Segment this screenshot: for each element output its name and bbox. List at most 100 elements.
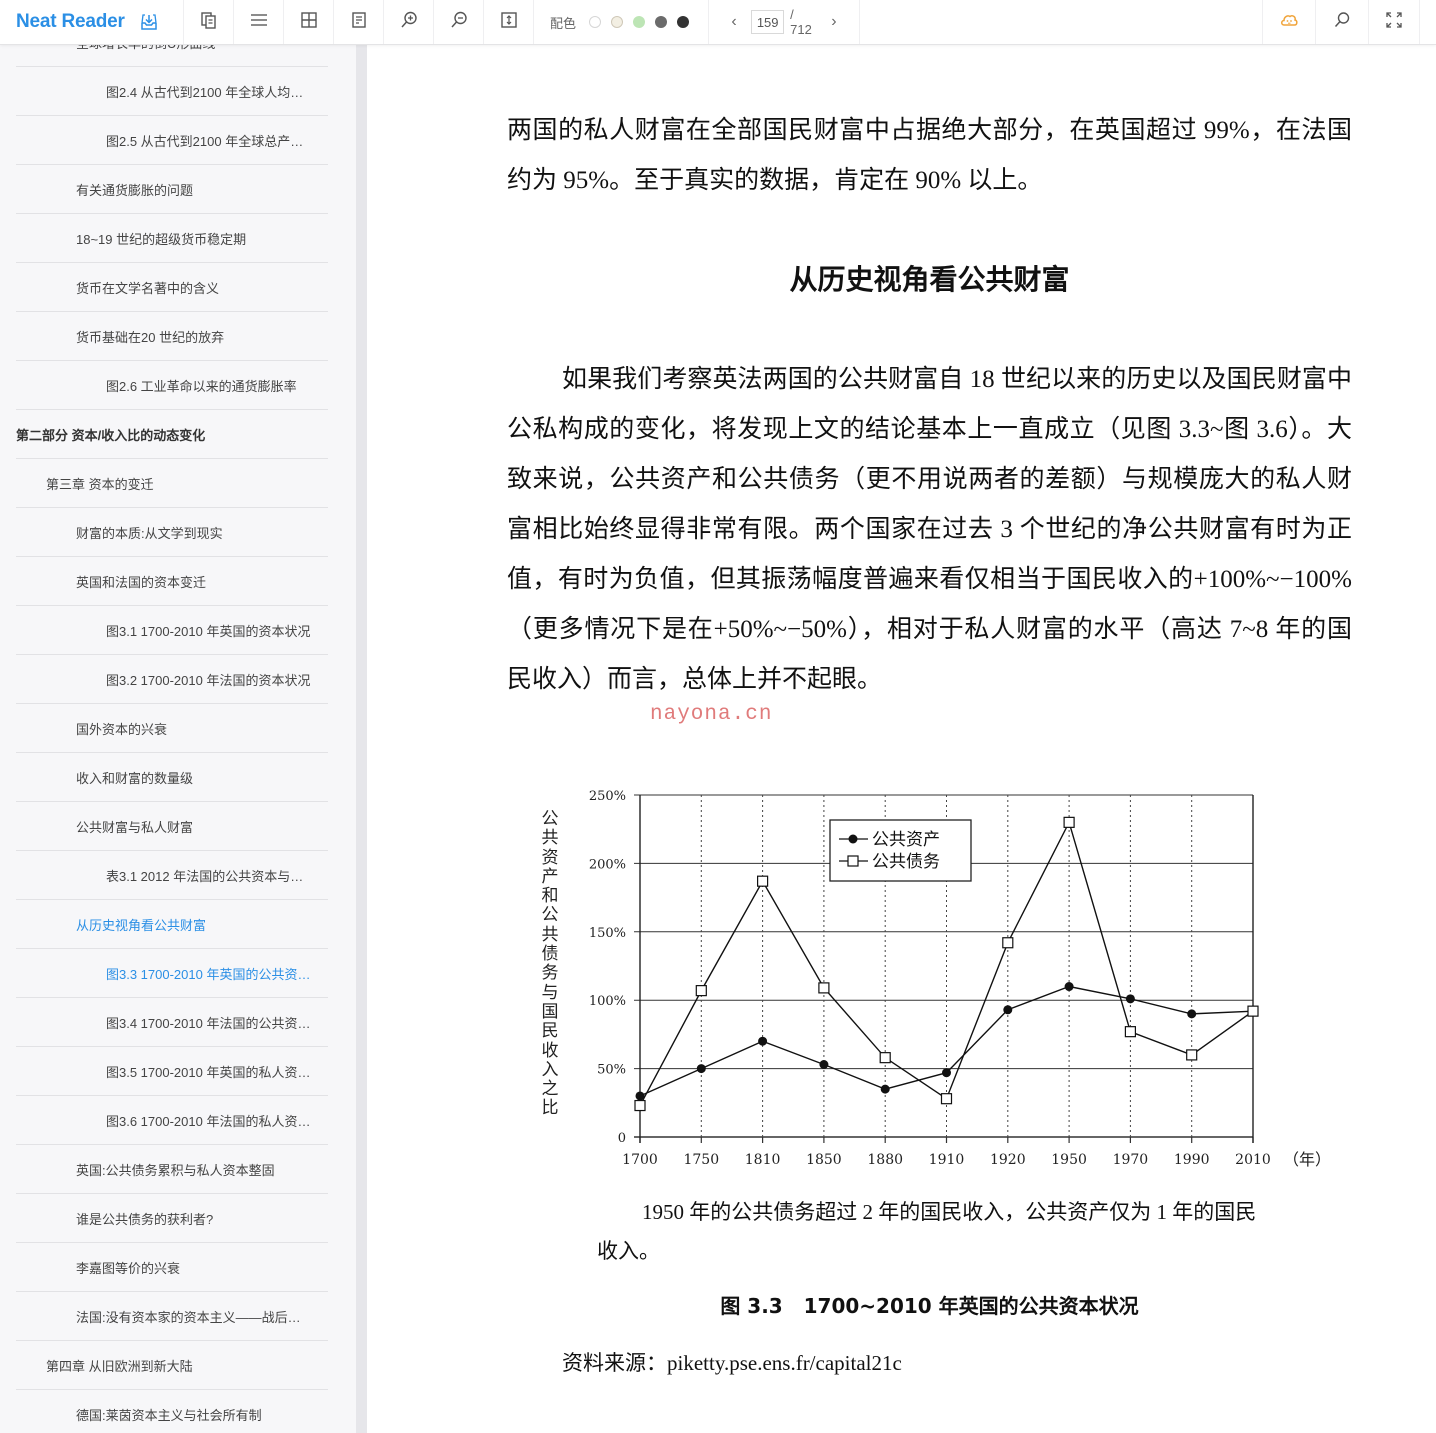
toc-item-label: 图2.6 工业革命以来的通货膨胀率 bbox=[106, 378, 297, 394]
chart-point-public-assets bbox=[942, 1068, 951, 1078]
cloud-sync-icon bbox=[1279, 10, 1299, 35]
chart-point-public-assets bbox=[880, 1084, 890, 1094]
toc-item[interactable]: 图2.4 从古代到2100 年全球人均… bbox=[16, 67, 328, 116]
toc-item[interactable]: 第二部分 资本/收入比的动态变化 bbox=[16, 410, 328, 459]
chart-point-public-debt bbox=[1247, 1005, 1259, 1017]
toc-item[interactable]: 公共财富与私人财富 bbox=[16, 802, 328, 851]
chart-legend-marker-square bbox=[847, 855, 859, 867]
fullscreen-button[interactable] bbox=[1368, 0, 1420, 44]
notes-icon bbox=[349, 10, 369, 35]
paragraph: 两国的私人财富在全部国民财富中占据绝大部分，在英国超过 99%，在法国约为 95… bbox=[507, 117, 1352, 194]
sidebar-scrollbar[interactable] bbox=[356, 45, 367, 1433]
toc-item[interactable]: 表3.1 2012 年法国的公共资本与… bbox=[16, 851, 328, 900]
chart-point-public-assets bbox=[758, 1036, 768, 1046]
toc-item[interactable]: 图2.6 工业革命以来的通货膨胀率 bbox=[16, 361, 328, 410]
toc-item-label: 表3.1 2012 年法国的公共资本与… bbox=[106, 868, 304, 884]
toc-item[interactable]: 收入和财富的数量级 bbox=[16, 753, 328, 802]
copy-book-button[interactable] bbox=[183, 0, 233, 44]
toc-item[interactable]: 英国:公共债务累积与私人资本整固 bbox=[16, 1145, 328, 1194]
toc-item-label: 收入和财富的数量级 bbox=[76, 770, 194, 786]
toc-item-label: 法国:没有资本家的资本主义——战后… bbox=[76, 1309, 301, 1325]
chart-point-public-debt bbox=[879, 1052, 891, 1064]
toc-list-icon bbox=[249, 10, 269, 35]
toc-item[interactable]: 李嘉图等价的兴衰 bbox=[16, 1243, 328, 1292]
toc-item[interactable]: 18~19 世纪的超级货币稳定期 bbox=[16, 214, 328, 263]
toc-item-label: 第三章 资本的变迁 bbox=[46, 476, 154, 492]
theme-dot-white[interactable] bbox=[589, 16, 602, 28]
chart-note: 1950 年的公共债务超过 2 年的国民收入，公共资产仅为 1 年的国民收入。 bbox=[597, 1200, 1257, 1263]
theme-dot-sepia[interactable] bbox=[611, 16, 624, 28]
chart-svg: 0 50% 100% 150% 200% 250% 1700 1750 1810 1850 1880… bbox=[589, 789, 1327, 1169]
toc-item-label: 图3.5 1700-2010 年英国的私人资… bbox=[106, 1064, 311, 1080]
chart-point-public-debt bbox=[1063, 816, 1075, 828]
grid-view-button[interactable] bbox=[283, 0, 333, 44]
toc-item[interactable]: 图3.3 1700-2010 年英国的公共资… bbox=[16, 949, 328, 998]
next-page-button[interactable]: › bbox=[823, 13, 845, 31]
toc-item-label: 货币在文学名著中的含义 bbox=[76, 280, 220, 296]
cloud-sync-button[interactable] bbox=[1262, 0, 1315, 44]
figure-source: 资料来源：piketty.pse.ens.fr/capital21c bbox=[562, 1351, 902, 1375]
toc-item-label: 公共财富与私人财富 bbox=[76, 819, 194, 835]
toc-item-label: 第四章 从旧欧洲到新大陆 bbox=[46, 1358, 193, 1374]
theme-dot-gray[interactable] bbox=[655, 16, 668, 28]
theme-dot-green[interactable] bbox=[633, 16, 646, 28]
toc-item-label: 第二部分 资本/收入比的动态变化 bbox=[16, 427, 206, 443]
fullscreen-icon bbox=[1384, 10, 1404, 35]
toc-item[interactable]: 英国和法国的资本变迁 bbox=[16, 557, 328, 606]
toc-button[interactable] bbox=[233, 0, 283, 44]
toc-item-label: 图3.2 1700-2010 年法国的资本状况 bbox=[106, 672, 311, 688]
zoom-out-button[interactable] bbox=[433, 0, 483, 44]
toc-list: 全球增长率的倒U形曲线图2.4 从古代到2100 年全球人均… 图2.5 从古代到… bbox=[0, 45, 356, 1433]
toc-item[interactable]: 从历史视角看公共财富 bbox=[16, 900, 328, 949]
toc-sidebar: 全球增长率的倒U形曲线图2.4 从古代到2100 年全球人均… 图2.5 从古代到… bbox=[0, 45, 356, 1433]
toc-item[interactable]: 图3.1 1700-2010 年英国的资本状况 bbox=[16, 606, 328, 655]
theme-dot-dark[interactable] bbox=[677, 16, 690, 28]
chart-x-tick-label: 1990 bbox=[1174, 1152, 1210, 1168]
toc-item[interactable]: 图2.5 从古代到2100 年全球总产… bbox=[16, 116, 328, 165]
notes-button[interactable] bbox=[333, 0, 383, 44]
page-total: / 712 bbox=[790, 7, 812, 37]
toc-item[interactable]: 图3.6 1700-2010 年法国的私人资… bbox=[16, 1096, 328, 1145]
toc-item-label: 图3.6 1700-2010 年法国的私人资… bbox=[106, 1113, 311, 1129]
chart-y-tick-label: 150% bbox=[589, 926, 626, 941]
toc-item-label: 货币基础在20 世纪的放弃 bbox=[76, 329, 225, 345]
toc-item[interactable]: 第三章 资本的变迁 bbox=[16, 459, 328, 508]
toc-item[interactable]: 财富的本质:从文学到现实 bbox=[16, 508, 328, 557]
toc-item-label: 全球增长率的倒U形曲线 bbox=[76, 45, 215, 52]
toc-item-label: 图3.3 1700-2010 年英国的公共资… bbox=[106, 966, 311, 982]
section-heading: 从历史视角看公共财富 bbox=[789, 263, 1070, 296]
zoom-in-button[interactable] bbox=[383, 0, 433, 44]
chart-point-public-debt bbox=[634, 1099, 646, 1112]
toc-item[interactable]: 谁是公共债务的获利者? bbox=[16, 1194, 328, 1243]
toc-item[interactable]: 图3.5 1700-2010 年英国的私人资… bbox=[16, 1047, 328, 1096]
toc-item-label: 英国:公共债务累积与私人资本整固 bbox=[76, 1162, 275, 1178]
fit-height-button[interactable] bbox=[483, 0, 533, 44]
page-number-input[interactable] bbox=[751, 10, 785, 34]
toc-item[interactable]: 有关通货膨胀的问题 bbox=[16, 165, 328, 214]
chart-y-tick-label: 100% bbox=[589, 994, 626, 1009]
chart-point-public-debt bbox=[1186, 1049, 1198, 1061]
chart-x-tick-label: 1920 bbox=[990, 1152, 1026, 1168]
prev-page-button[interactable]: ‹ bbox=[723, 13, 745, 31]
toc-item[interactable]: 图3.2 1700-2010 年法国的资本状况 bbox=[16, 655, 328, 704]
chart-x-tick-label: 1880 bbox=[867, 1152, 903, 1168]
toc-item[interactable]: 德国:莱茵资本主义与社会所有制 bbox=[16, 1390, 328, 1433]
brand: Neat Reader bbox=[0, 0, 183, 44]
toc-item[interactable]: 图3.4 1700-2010 年法国的公共资… bbox=[16, 998, 328, 1047]
fit-height-icon bbox=[499, 10, 519, 35]
toc-item[interactable]: 全球增长率的倒U形曲线 bbox=[16, 45, 328, 67]
toc-item-label: 德国:莱茵资本主义与社会所有制 bbox=[76, 1407, 262, 1423]
toc-item[interactable]: 货币基础在20 世纪的放弃 bbox=[16, 312, 328, 361]
chart-x-tick-label: 2010 bbox=[1235, 1152, 1271, 1168]
search-button[interactable] bbox=[1315, 0, 1368, 44]
toc-item[interactable]: 第四章 从旧欧洲到新大陆 bbox=[16, 1341, 328, 1390]
chart-x-tick-label: 1910 bbox=[929, 1152, 965, 1168]
save-to-library-icon[interactable] bbox=[139, 12, 159, 32]
chart-point-public-assets bbox=[1125, 994, 1135, 1004]
chart-y-tick-label: 50% bbox=[597, 1063, 626, 1078]
chart-x-tick-label: 1970 bbox=[1113, 1152, 1149, 1168]
toc-item[interactable]: 货币在文学名著中的含义 bbox=[16, 263, 328, 312]
toc-item[interactable]: 法国:没有资本家的资本主义——战后… bbox=[16, 1292, 328, 1341]
toc-item-label: 图2.5 从古代到2100 年全球总产… bbox=[106, 133, 304, 149]
toc-item[interactable]: 国外资本的兴衰 bbox=[16, 704, 328, 753]
